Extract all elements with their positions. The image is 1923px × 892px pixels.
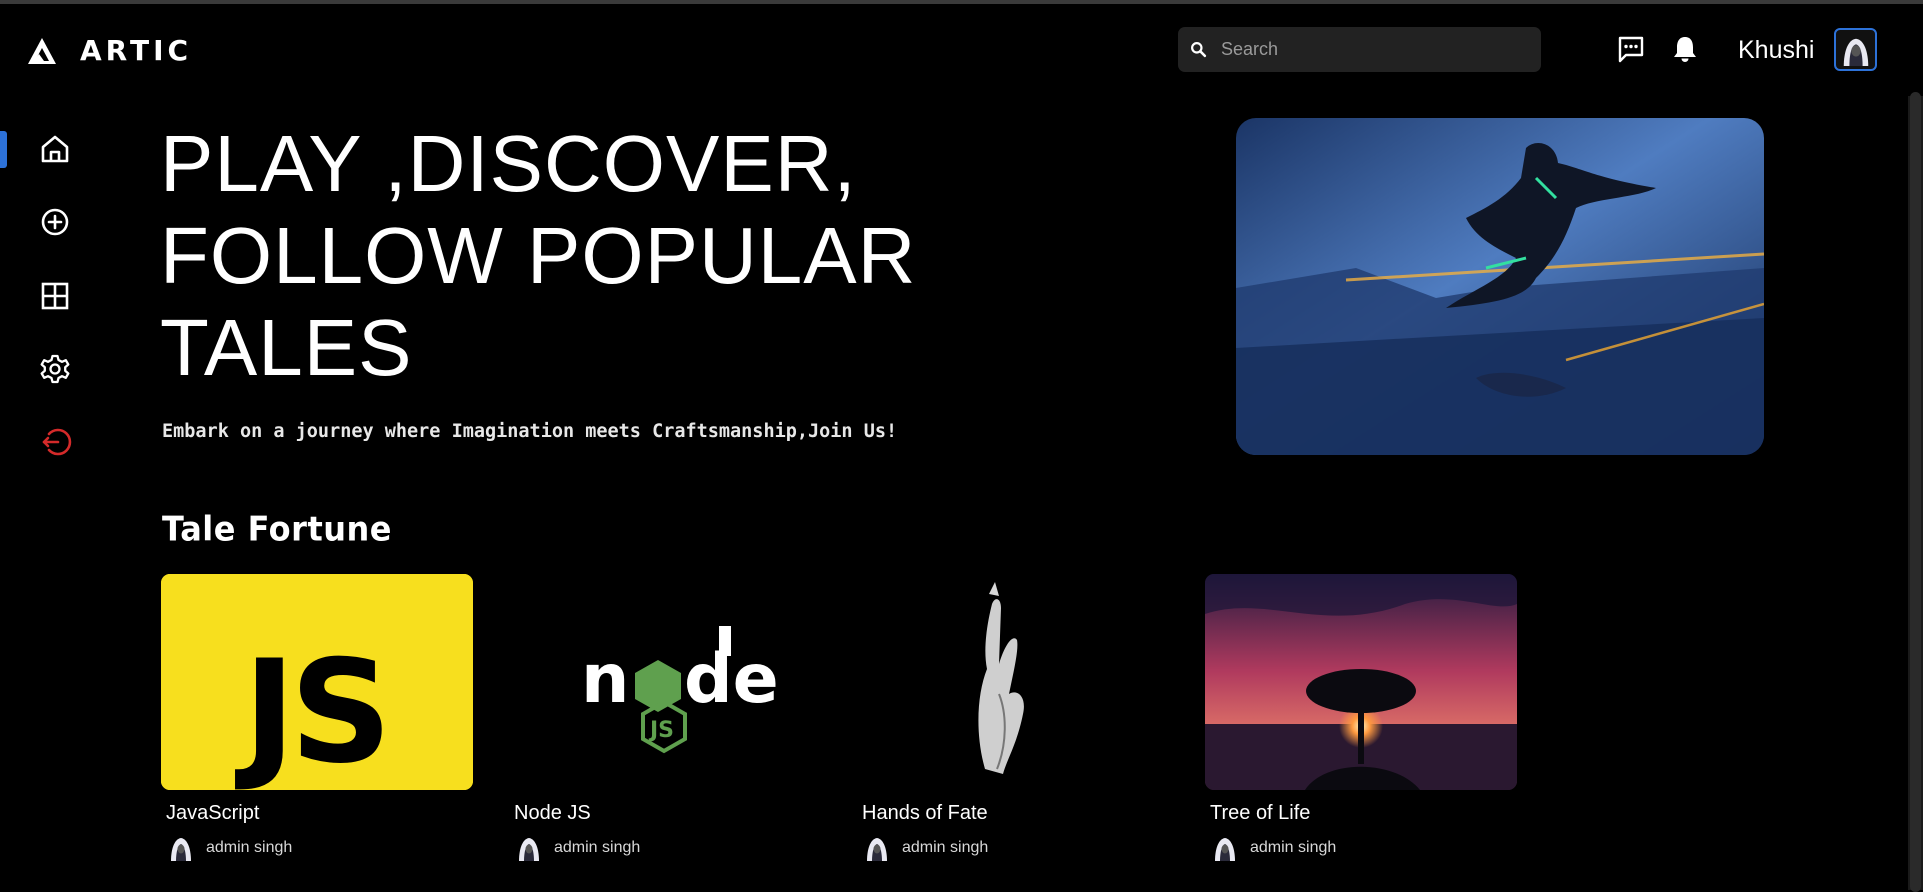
nodejs-logo: n de JS [509, 574, 821, 790]
hero-title-line-2: FOLLOW POPULAR [160, 211, 917, 300]
hero-title: PLAY ,DISCOVER, FOLLOW POPULAR TALES [160, 118, 980, 394]
scrollbar-thumb[interactable] [1910, 92, 1921, 892]
card-title[interactable]: Node JS [514, 802, 821, 825]
grid-icon[interactable] [38, 279, 72, 313]
hooded-avatar-icon [1843, 38, 1868, 66]
hero-image [1236, 118, 1764, 455]
hand-image [857, 574, 1169, 790]
card-author[interactable]: admin singh [168, 835, 473, 861]
search-bar[interactable] [1178, 27, 1541, 72]
hero-subtitle: Embark on a journey where Imagination me… [162, 421, 898, 442]
brand-name: ARTIC [80, 34, 193, 67]
brand-logo[interactable]: ARTIC [26, 34, 192, 67]
hero-title-line-1: PLAY ,DISCOVER, [160, 119, 857, 208]
username[interactable]: Khushi [1738, 36, 1814, 65]
search-icon [1191, 42, 1207, 58]
message-icon[interactable] [1616, 34, 1646, 64]
card-title[interactable]: Hands of Fate [862, 802, 1169, 825]
artic-logo-icon [28, 37, 56, 64]
author-name: admin singh [206, 839, 293, 856]
svg-text:de: de [684, 640, 779, 719]
section-title: Tale Fortune [162, 509, 392, 549]
card-title[interactable]: JavaScript [166, 802, 473, 825]
sidebar-active-indicator [0, 131, 7, 168]
author-name: admin singh [902, 839, 989, 856]
card-tree-of-life[interactable]: Tree of Life admin singh [1205, 574, 1517, 861]
card-title[interactable]: Tree of Life [1210, 802, 1517, 825]
card-image[interactable] [1205, 574, 1517, 790]
hero-title-line-3: TALES [160, 303, 413, 392]
card-image[interactable]: JS [161, 574, 473, 790]
home-icon[interactable] [38, 132, 72, 166]
author-avatar-icon [171, 838, 191, 861]
window-top-border [0, 0, 1923, 4]
card-image[interactable] [857, 574, 1169, 790]
author-avatar-icon [519, 838, 539, 861]
gear-icon[interactable] [38, 352, 72, 386]
user-avatar[interactable] [1834, 28, 1877, 71]
author-avatar-icon [1215, 838, 1235, 861]
card-javascript[interactable]: JS JavaScript admin singh [161, 574, 473, 861]
card-author[interactable]: admin singh [864, 835, 1169, 861]
javascript-logo: JS [161, 574, 473, 790]
card-hands-of-fate[interactable]: Hands of Fate admin singh [857, 574, 1169, 861]
author-name: admin singh [1250, 839, 1337, 856]
author-name: admin singh [554, 839, 641, 856]
tree-sunset-image [1205, 574, 1517, 790]
card-author[interactable]: admin singh [516, 835, 821, 861]
logout-icon[interactable] [38, 425, 72, 459]
bell-icon[interactable] [1670, 34, 1700, 64]
card-image[interactable]: n de JS [509, 574, 821, 790]
search-input[interactable] [1221, 39, 1521, 60]
svg-text:JS: JS [648, 718, 674, 743]
plus-circle-icon[interactable] [38, 205, 72, 239]
card-author[interactable]: admin singh [1212, 835, 1517, 861]
svg-text:n: n [581, 640, 629, 719]
author-avatar-icon [867, 838, 887, 861]
svg-text:JS: JS [235, 630, 386, 790]
card-node-js[interactable]: n de JS Node JS admin singh [509, 574, 821, 861]
